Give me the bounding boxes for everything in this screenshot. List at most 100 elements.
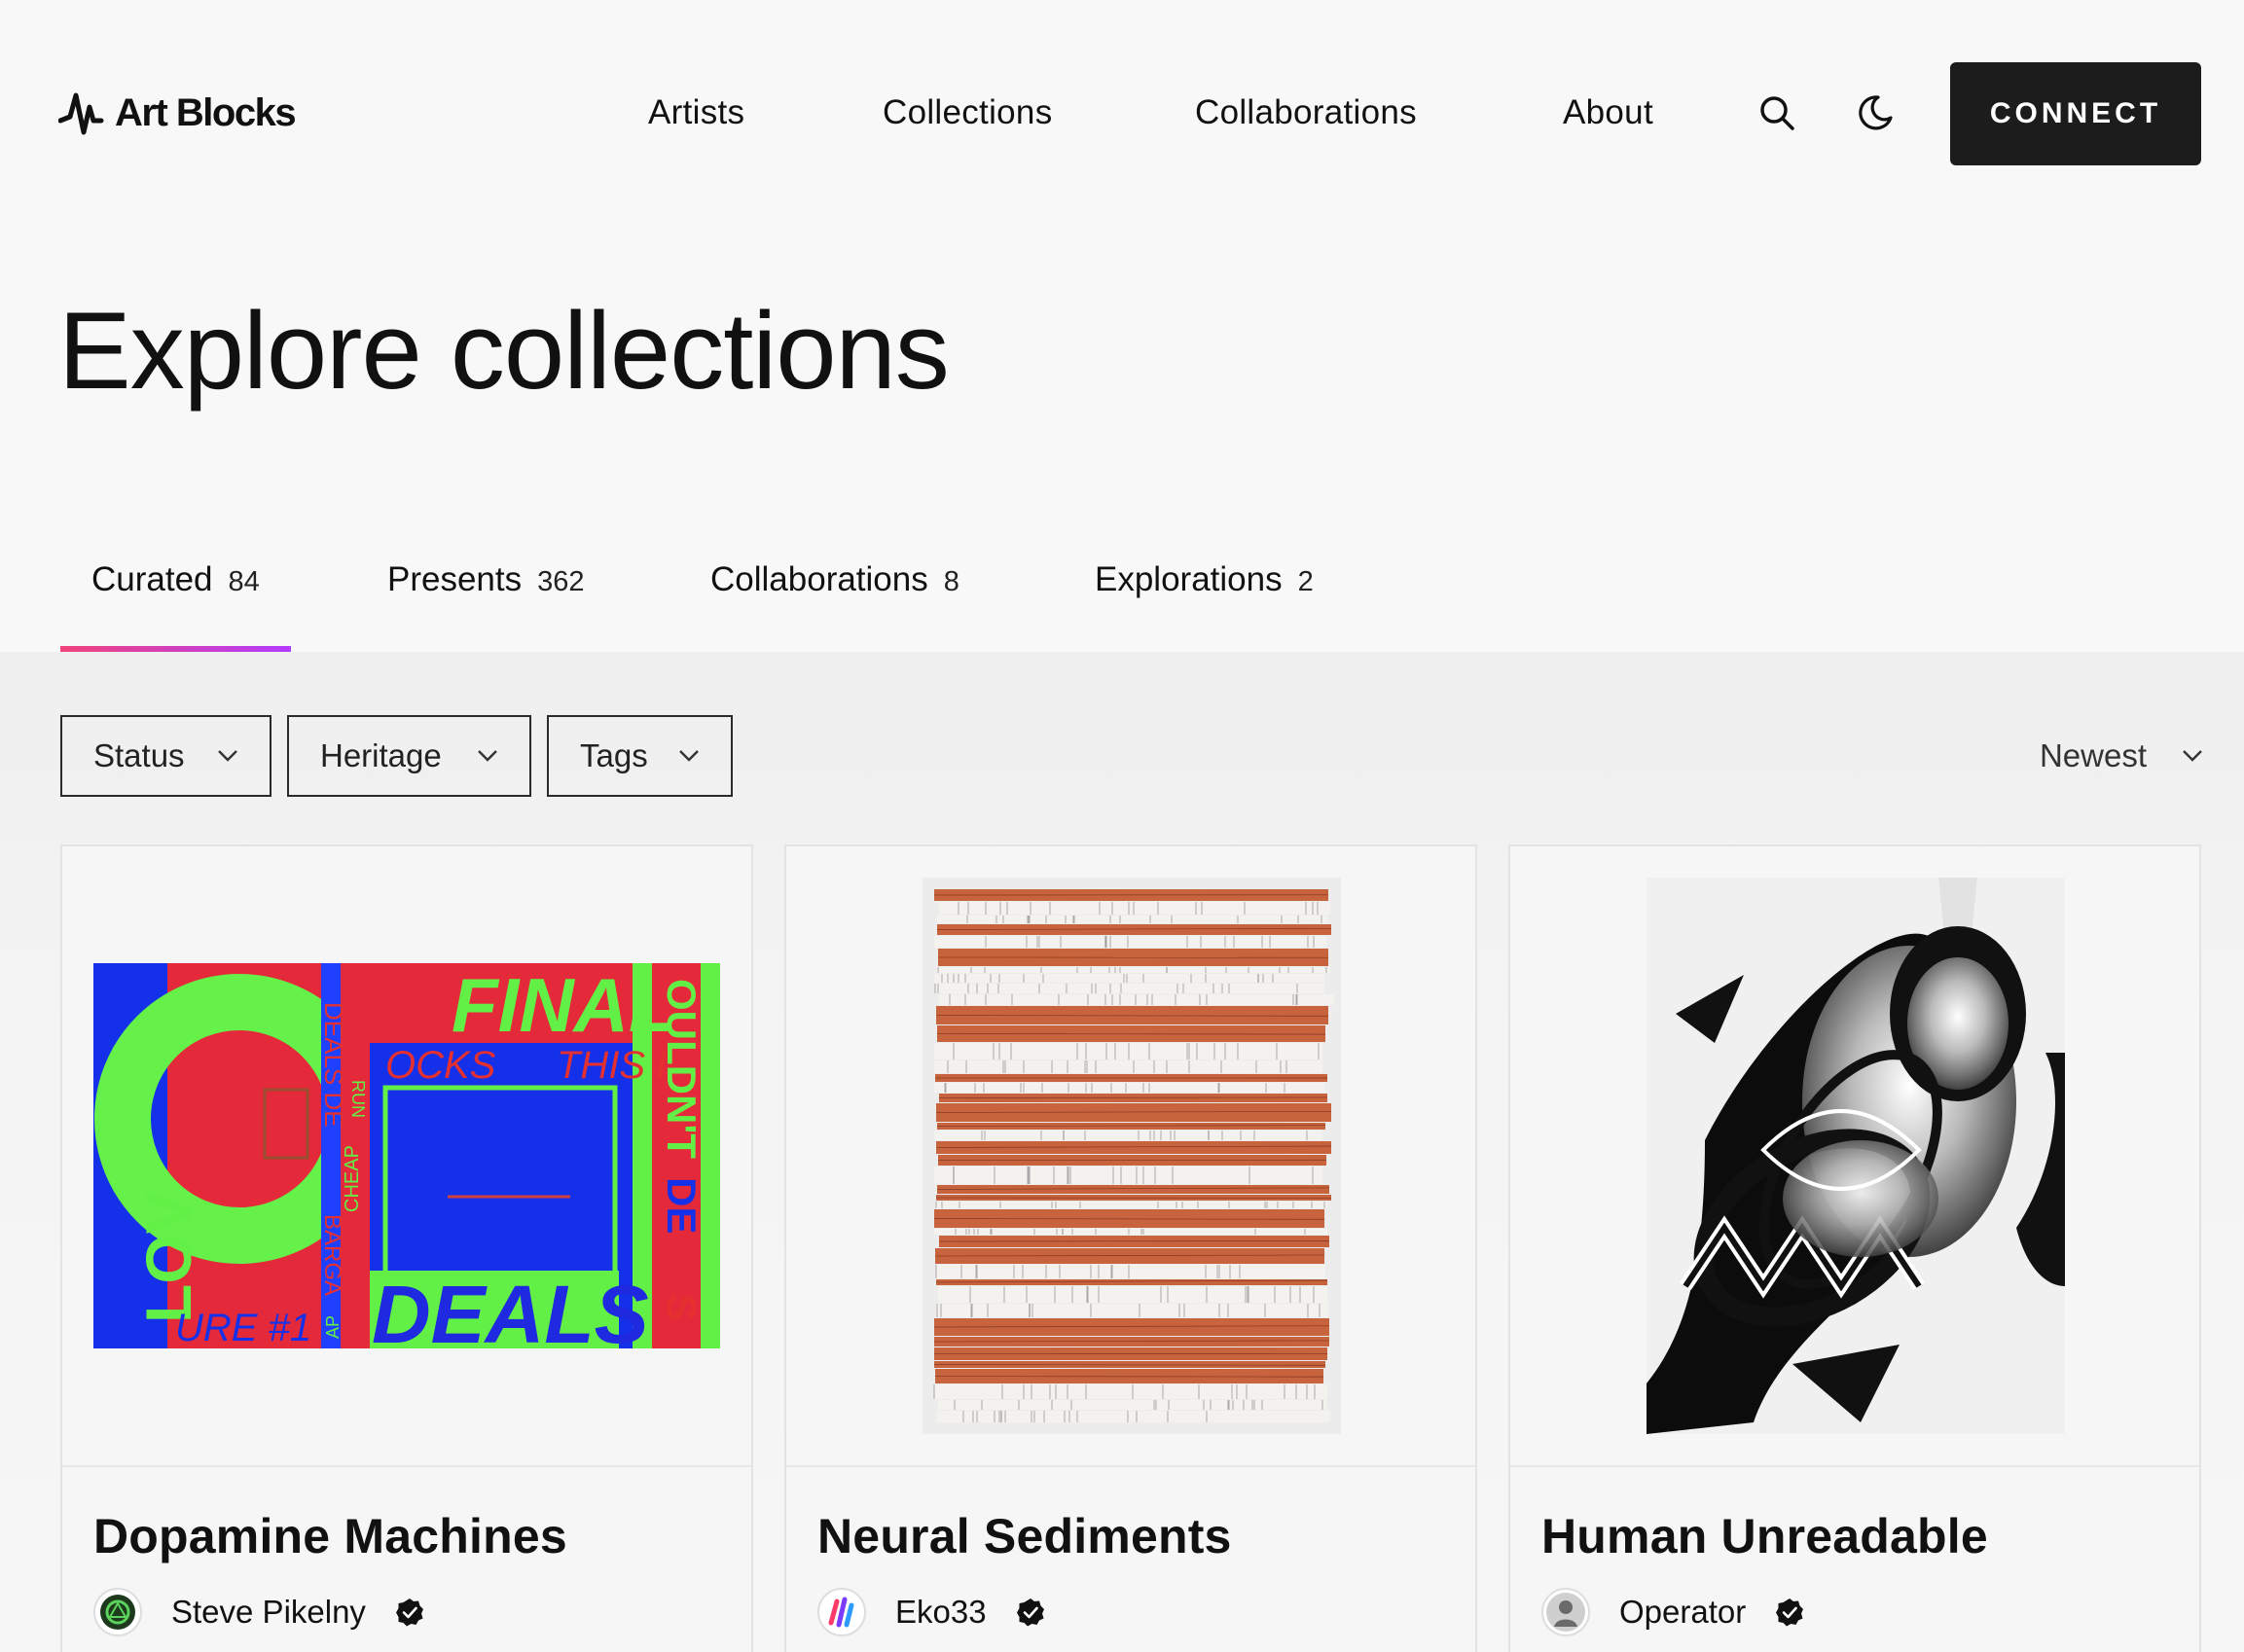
art-text: AP <box>323 1315 343 1339</box>
artwork-stripe <box>936 1411 1330 1422</box>
theme-toggle-button[interactable] <box>1852 90 1899 136</box>
artist-avatar-icon <box>828 1597 854 1628</box>
neural-sediments-artwork <box>923 878 1341 1434</box>
chevron-down-icon <box>478 750 497 762</box>
tab-presents[interactable]: Presents 362 <box>387 560 585 652</box>
card-title[interactable]: Human Unreadable <box>1541 1508 1988 1564</box>
tab-count: 8 <box>943 566 959 597</box>
collection-card[interactable]: Human Unreadable Operator <box>1508 844 2201 1652</box>
artwork-stripe <box>934 1384 1327 1399</box>
card-artist[interactable]: Steve Pikelny <box>93 1588 424 1636</box>
artwork-stripe <box>934 1131 1322 1140</box>
avatar <box>1541 1588 1590 1636</box>
artwork-stripe <box>939 994 1334 1005</box>
heritage-filter[interactable]: Heritage <box>287 715 531 797</box>
art-text: FINAL <box>452 963 675 1048</box>
site-header: Art Blocks Artists Collections Collabora… <box>0 0 2244 230</box>
artwork-stripe <box>938 1286 1327 1303</box>
artwork-stripe <box>934 1229 1327 1235</box>
card-artist[interactable]: Eko33 <box>817 1588 1045 1636</box>
card-title[interactable]: Dopamine Machines <box>93 1508 567 1564</box>
tab-collaborations[interactable]: Collaborations 8 <box>710 560 959 652</box>
tab-label: Collaborations <box>710 560 928 598</box>
artwork-stripe <box>934 1060 1322 1073</box>
art-text: OCKS <box>385 1044 496 1087</box>
artist-avatar-icon <box>1546 1593 1585 1632</box>
artwork-stripe <box>937 916 1327 923</box>
verified-badge-icon <box>1776 1598 1804 1627</box>
avatar <box>817 1588 866 1636</box>
sort-label: Newest <box>2039 737 2147 773</box>
card-title[interactable]: Neural Sediments <box>817 1508 1232 1564</box>
art-text: BARGA <box>319 1214 345 1296</box>
artwork-stripe <box>936 1304 1328 1317</box>
artist-name: Operator <box>1619 1594 1747 1630</box>
artwork-stripe <box>936 967 1330 973</box>
artist-avatar-icon <box>100 1595 135 1630</box>
filter-label: Status <box>93 737 185 773</box>
art-text: LOV <box>132 1191 204 1323</box>
artwork-stripe <box>934 1167 1322 1184</box>
collection-card[interactable]: Neural Sediments Eko33 <box>784 844 1477 1652</box>
artist-name: Steve Pikelny <box>171 1594 366 1630</box>
verified-badge-icon <box>395 1598 423 1627</box>
avatar <box>93 1588 142 1636</box>
page-title: Explore collections <box>58 290 950 412</box>
art-text: S <box>659 1294 705 1321</box>
art-text: THIS I <box>557 1044 667 1087</box>
nav-collaborations[interactable]: Collaborations <box>1195 93 1417 132</box>
dopamine-machines-artwork: FINAL OCKS THIS I DEALS LOV URE #1 OULDN… <box>93 963 720 1348</box>
nav-about[interactable]: About <box>1563 93 1653 132</box>
filter-label: Heritage <box>320 737 442 773</box>
artwork-line <box>936 1033 1326 1035</box>
art-text: OULDN'T <box>659 979 705 1159</box>
art-text: DE <box>659 1177 705 1234</box>
artwork-stripe <box>935 1202 1327 1208</box>
artist-name: Eko33 <box>895 1594 987 1630</box>
status-filter[interactable]: Status <box>60 715 271 797</box>
tab-label: Explorations <box>1095 560 1283 598</box>
artwork-stripe <box>939 902 1330 915</box>
nav-collections[interactable]: Collections <box>883 93 1053 132</box>
art-text: DEALS <box>372 1269 649 1348</box>
card-artist[interactable]: Operator <box>1541 1588 1804 1636</box>
logo-text: Art Blocks <box>115 90 297 134</box>
art-text: RUN <box>348 1080 368 1118</box>
art-text: CHEAP <box>342 1145 363 1212</box>
tab-label: Curated <box>91 560 213 598</box>
artwork-stripe <box>934 1043 1322 1059</box>
collection-card[interactable]: FINAL OCKS THIS I DEALS LOV URE #1 OULDN… <box>60 844 753 1652</box>
moon-icon <box>1859 95 1893 130</box>
card-media[interactable] <box>1510 846 2199 1467</box>
tags-filter[interactable]: Tags <box>547 715 733 797</box>
nav-artists[interactable]: Artists <box>648 93 744 132</box>
human-unreadable-artwork <box>1647 878 2065 1434</box>
chevron-down-icon <box>679 750 699 762</box>
art-text: URE #1 <box>175 1307 311 1348</box>
tab-count: 362 <box>537 566 585 597</box>
artwork-stripe <box>938 1400 1326 1410</box>
collections-content: Status Heritage Tags Newest FINAL OCKS T… <box>0 652 2244 1652</box>
art-blocks-logo-icon <box>58 92 104 135</box>
chevron-down-icon <box>2183 750 2202 762</box>
artwork-stripe <box>934 936 1326 948</box>
connect-button[interactable]: CONNECT <box>1950 62 2201 165</box>
collection-tabs: Curated 84 Presents 362 Collaborations 8… <box>0 525 2244 652</box>
filter-label: Tags <box>580 737 648 773</box>
tab-count: 2 <box>1297 566 1314 597</box>
tab-count: 84 <box>228 566 260 597</box>
tab-curated[interactable]: Curated 84 <box>60 560 291 652</box>
art-blocks-logo[interactable]: Art Blocks <box>58 86 297 140</box>
art-text: DEALS DE <box>319 1002 348 1128</box>
tab-explorations[interactable]: Explorations 2 <box>1095 560 1314 652</box>
verified-badge-icon <box>1016 1598 1044 1627</box>
tab-label: Presents <box>387 560 523 598</box>
sort-dropdown[interactable]: Newest <box>2040 715 2203 797</box>
artwork-stripe <box>935 984 1324 993</box>
card-media[interactable]: FINAL OCKS THIS I DEALS LOV URE #1 OULDN… <box>62 846 751 1467</box>
chevron-down-icon <box>218 750 237 762</box>
search-icon <box>1760 96 1794 130</box>
search-button[interactable] <box>1754 90 1800 136</box>
artwork-stripe <box>934 974 1324 983</box>
card-media[interactable] <box>786 846 1475 1467</box>
